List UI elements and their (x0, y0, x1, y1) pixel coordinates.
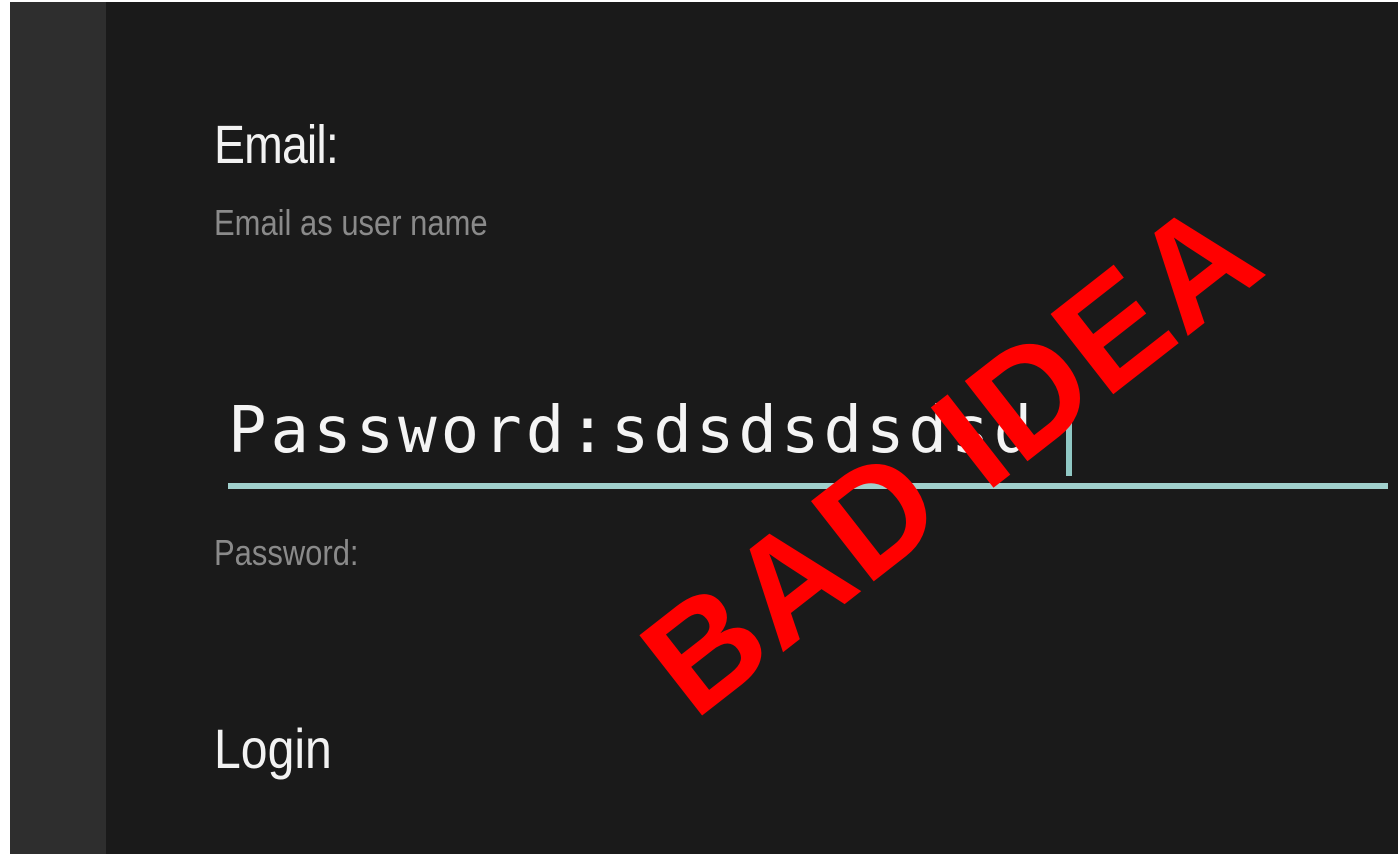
email-hint[interactable]: Email as user name (214, 202, 488, 244)
password-field[interactable]: Password:sdsdsdsdsd (228, 380, 1388, 492)
password-input-text[interactable]: Password:sdsdsdsdsd (228, 394, 1036, 468)
email-label[interactable]: Email: (214, 114, 339, 176)
login-form: Email: Email as user name Password:sdsds… (106, 2, 1398, 854)
text-cursor (1066, 382, 1072, 476)
sidebar-strip (10, 2, 106, 854)
app-window: Email: Email as user name Password:sdsds… (0, 0, 1400, 856)
login-button[interactable]: Login (214, 716, 332, 781)
password-hint: Password: (214, 532, 359, 573)
window-edge (2, 2, 10, 854)
password-field-underline (228, 483, 1388, 489)
